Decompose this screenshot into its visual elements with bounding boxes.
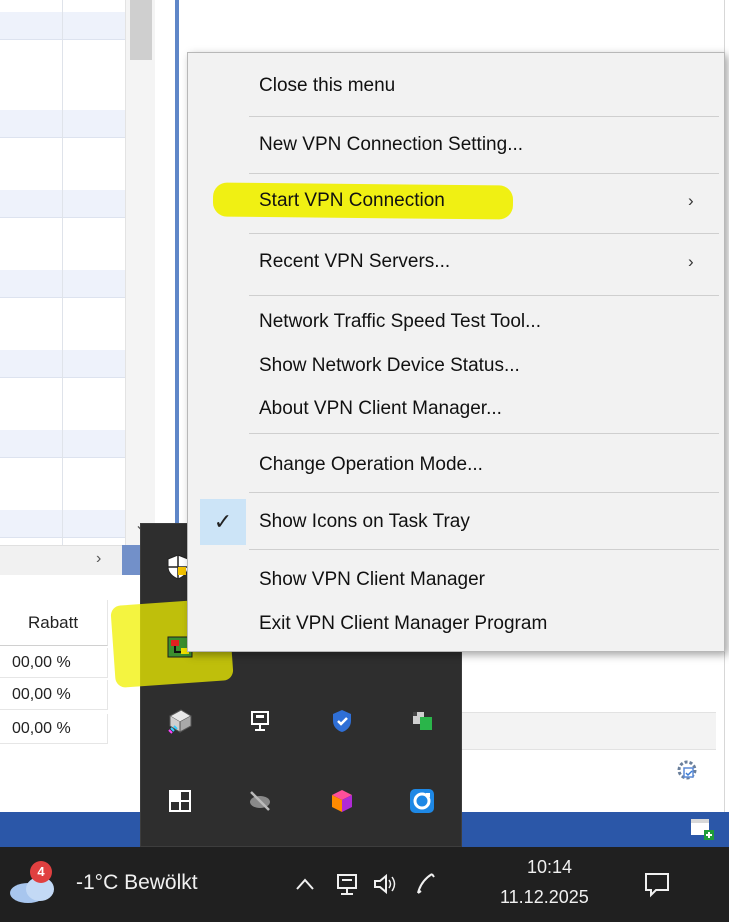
windows-app-icon[interactable] bbox=[407, 706, 437, 736]
table-cell[interactable]: 00,00 % bbox=[0, 648, 108, 678]
spreadsheet-grid bbox=[0, 0, 125, 545]
color-cube-icon[interactable] bbox=[327, 786, 357, 816]
menu-item-about[interactable]: About VPN Client Manager... bbox=[188, 383, 724, 435]
menu-item-close[interactable]: Close this menu bbox=[188, 60, 724, 112]
horizontal-scrollbar[interactable]: › bbox=[0, 545, 140, 575]
scrollbar-corner bbox=[122, 545, 142, 575]
menu-item-label: Start VPN Connection bbox=[259, 190, 445, 211]
pen-icon[interactable] bbox=[410, 869, 440, 899]
scrollbar-thumb[interactable] bbox=[130, 0, 152, 60]
menu-item-recent-vpn-servers[interactable]: Recent VPN Servers... › bbox=[188, 236, 724, 288]
scroll-right-arrow-icon[interactable]: › bbox=[96, 550, 101, 568]
defender-icon[interactable] bbox=[327, 706, 357, 736]
vertical-scrollbar[interactable]: ⌄ bbox=[125, 0, 155, 545]
table-cell[interactable]: 00,00 % bbox=[0, 714, 108, 744]
sync-icon[interactable] bbox=[407, 786, 437, 816]
chevron-right-icon: › bbox=[688, 252, 694, 271]
menu-item-label: Recent VPN Servers... bbox=[259, 251, 451, 272]
panel-header-bar bbox=[462, 712, 716, 750]
menu-item-exit-vpn-client-manager[interactable]: Exit VPN Client Manager Program bbox=[188, 598, 724, 650]
taskbar: 4 -1°C Bewölkt 10:14 11.12.2025 bbox=[0, 847, 729, 922]
chevron-right-icon: › bbox=[688, 191, 694, 210]
grid-app-icon[interactable] bbox=[165, 786, 195, 816]
menu-item-start-vpn-connection[interactable]: Start VPN Connection › bbox=[188, 175, 724, 227]
notification-icon[interactable] bbox=[642, 869, 672, 899]
hidden-network-icon[interactable] bbox=[245, 786, 275, 816]
menu-item-label: Show Icons on Task Tray bbox=[259, 511, 470, 532]
menu-item-label: Change Operation Mode... bbox=[259, 454, 483, 475]
menu-item-show-icons-on-task-tray[interactable]: Show Icons on Task Tray bbox=[188, 496, 724, 548]
menu-item-label: New VPN Connection Setting... bbox=[259, 134, 524, 155]
gear-calendar-icon[interactable] bbox=[675, 758, 699, 782]
clock-time[interactable]: 10:14 bbox=[527, 857, 572, 878]
window-divider bbox=[175, 0, 179, 560]
table-cell[interactable]: 00,00 % bbox=[0, 680, 108, 710]
add-sheet-icon[interactable] bbox=[688, 815, 716, 843]
weather-text[interactable]: -1°C Bewölkt bbox=[76, 871, 198, 895]
printer-icon[interactable] bbox=[165, 706, 195, 736]
vpn-context-menu: Close this menu New VPN Connection Setti… bbox=[187, 52, 725, 652]
speaker-icon[interactable] bbox=[370, 869, 400, 899]
chevron-up-icon[interactable] bbox=[290, 869, 320, 899]
network-icon[interactable] bbox=[333, 869, 363, 899]
monitor-app-icon[interactable] bbox=[245, 706, 275, 736]
menu-item-label: Close this menu bbox=[259, 75, 396, 96]
menu-item-label: About VPN Client Manager... bbox=[259, 398, 502, 419]
clock-date[interactable]: 11.12.2025 bbox=[500, 887, 589, 908]
menu-item-change-operation-mode[interactable]: Change Operation Mode... bbox=[188, 439, 724, 491]
weather-alert-badge: 4 bbox=[30, 861, 52, 883]
column-header-rabatt[interactable]: Rabatt bbox=[0, 600, 108, 646]
menu-item-new-vpn-connection[interactable]: New VPN Connection Setting... bbox=[188, 119, 724, 171]
menu-item-label: Exit VPN Client Manager Program bbox=[259, 613, 548, 634]
